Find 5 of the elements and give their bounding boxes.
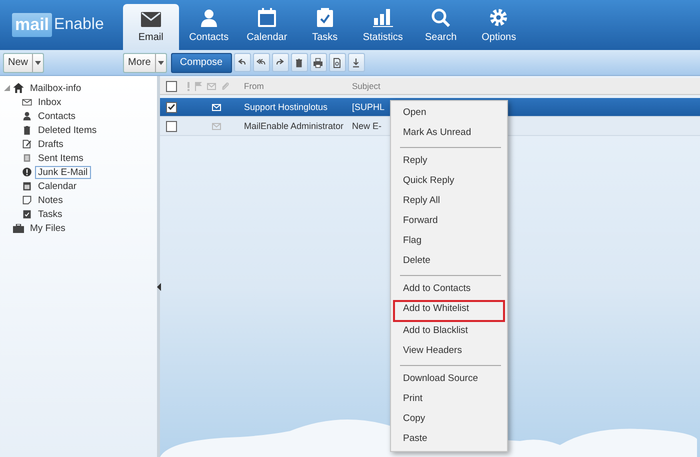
message-sender: MailEnable Administrator xyxy=(244,121,345,131)
message-subject: [SUPHL xyxy=(352,102,385,112)
message-subject: New E- xyxy=(352,121,382,131)
message-sender: Support Hostinglotus xyxy=(244,102,329,112)
mailenable-logo: mail Enable xyxy=(12,12,104,38)
